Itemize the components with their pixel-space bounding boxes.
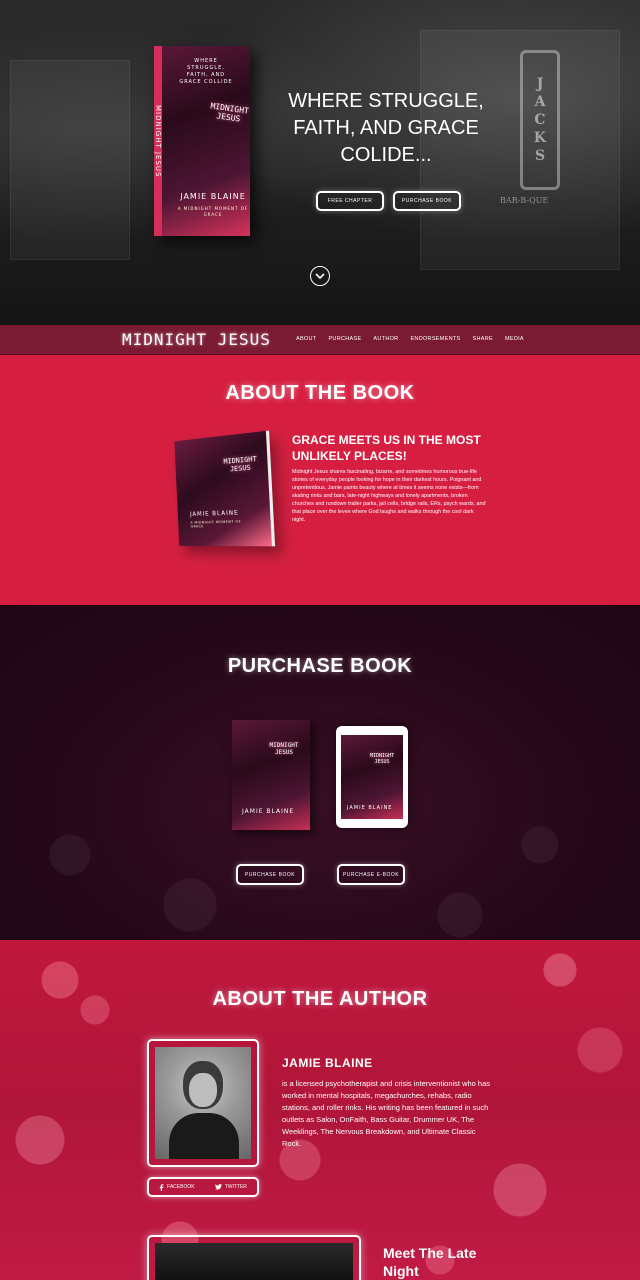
facebook-label: FACEBOOK	[167, 1184, 195, 1190]
late-night-title: Meet The Late Night	[383, 1245, 477, 1279]
neon-sub-label: BAR-B-QUE	[500, 196, 549, 205]
nav-link-media[interactable]: MEDIA	[505, 336, 524, 342]
author-shirt	[169, 1113, 239, 1159]
nav-link-endorsements[interactable]: ENDORSEMENTS	[410, 336, 460, 342]
late-night-image	[155, 1243, 353, 1280]
main-nav: MIDNIGHT JESUS ABOUT PURCHASE AUTHOR END…	[0, 325, 640, 355]
author-name: JAMIE BLAINE	[282, 1056, 373, 1070]
neon-sign: J A C K S	[520, 50, 560, 190]
about-book-cover-subtitle: A MIDNIGHT MOMENT OF GRACE	[190, 519, 242, 529]
ebook-author: JAMIE BLAINE	[347, 805, 393, 811]
hero-headline: WHERE STRUGGLE, FAITH, AND GRACE COLIDE.…	[288, 90, 484, 166]
nav-brand-logo[interactable]: MIDNIGHT JESUS	[122, 330, 271, 349]
book-author: JAMIE BLAINE	[180, 192, 246, 201]
print-book-author: JAMIE BLAINE	[242, 808, 295, 815]
author-photo	[155, 1047, 251, 1159]
author-social-bar: FACEBOOK TWITTER	[147, 1177, 259, 1197]
nav-link-purchase[interactable]: PURCHASE	[328, 336, 361, 342]
about-book-cover-author: JAMIE BLAINE	[189, 509, 239, 518]
facebook-icon	[159, 1183, 164, 1191]
about-book-cover: MIDNIGHT JESUS JAMIE BLAINE A MIDNIGHT M…	[174, 430, 276, 547]
about-book-cover-title: MIDNIGHT JESUS	[223, 454, 258, 474]
author-title: ABOUT THE AUTHOR	[212, 988, 428, 1010]
nav-link-author[interactable]: AUTHOR	[373, 336, 398, 342]
about-book-description: Midnight Jesus shares fascinating, bizar…	[292, 469, 486, 523]
print-book-title: MIDNIGHT JESUS	[269, 742, 299, 756]
tablet-screen: MIDNIGHT JESUS JAMIE BLAINE	[341, 735, 403, 819]
hero-book-cover: MIDNIGHT JESUS WHERE STRUGGLE, FAITH, AN…	[154, 46, 250, 236]
book-tagline: WHERE STRUGGLE, FAITH, AND GRACE COLLIDE	[179, 58, 233, 85]
chevron-down-icon	[315, 273, 325, 280]
late-night-image-frame	[147, 1235, 361, 1280]
ebook-title: MIDNIGHT JESUS	[369, 753, 395, 765]
purchase-ebook-button[interactable]: PURCHASE E-BOOK	[337, 864, 405, 885]
background-building	[10, 60, 130, 260]
facebook-link[interactable]: FACEBOOK	[159, 1183, 195, 1191]
nav-links: ABOUT PURCHASE AUTHOR ENDORSEMENTS SHARE…	[296, 336, 536, 342]
nav-link-share[interactable]: SHARE	[473, 336, 493, 342]
author-photo-frame	[147, 1039, 259, 1167]
nav-link-about[interactable]: ABOUT	[296, 336, 316, 342]
book-title: MIDNIGHT JESUS	[209, 101, 250, 124]
scroll-down-button[interactable]	[310, 266, 330, 286]
book-spine-text: MIDNIGHT JESUS	[154, 104, 162, 178]
purchase-book-hero-button[interactable]: PURCHASE BOOK	[393, 191, 461, 211]
author-bio: is a licensed psychotherapist and crisis…	[282, 1079, 491, 1148]
author-face	[189, 1073, 217, 1107]
twitter-label: TWITTER	[224, 1184, 247, 1190]
twitter-link[interactable]: TWITTER	[214, 1184, 247, 1190]
hero-section: J A C K S BAR-B-QUE MIDNIGHT JESUS WHERE…	[0, 0, 640, 325]
about-book-subtitle: GRACE MEETS US IN THE MOST UNLIKELY PLAC…	[292, 433, 481, 463]
print-book-image: MIDNIGHT JESUS JAMIE BLAINE	[232, 720, 310, 830]
twitter-icon	[214, 1184, 222, 1190]
purchase-book-button[interactable]: PURCHASE BOOK	[236, 864, 304, 885]
book-subtitle: A MIDNIGHT MOMENT OF GRACE	[177, 206, 249, 217]
free-chapter-button[interactable]: FREE CHAPTER	[316, 191, 384, 211]
ebook-tablet-image: MIDNIGHT JESUS JAMIE BLAINE	[336, 726, 408, 828]
about-book-title: ABOUT THE BOOK	[225, 382, 415, 404]
purchase-title: PURCHASE BOOK	[227, 655, 413, 677]
